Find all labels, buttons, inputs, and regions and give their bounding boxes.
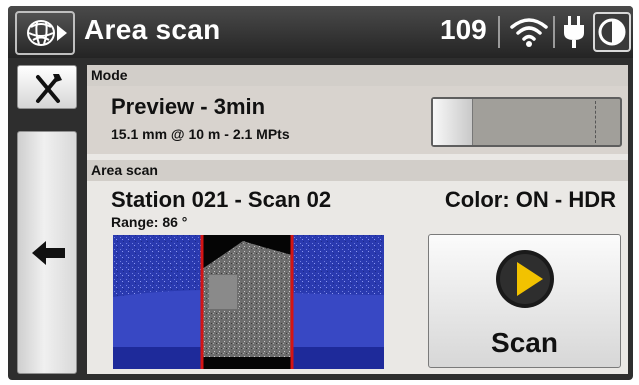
play-icon <box>493 247 557 316</box>
color-status: Color: ON - HDR <box>444 187 616 212</box>
back-button[interactable] <box>17 131 77 374</box>
back-arrow-icon <box>32 240 66 271</box>
mode-section-header: Mode <box>87 65 628 86</box>
app-logo-icon[interactable] <box>15 11 75 55</box>
scan-preview-image[interactable] <box>113 235 384 369</box>
tools-button[interactable] <box>17 65 77 109</box>
mode-slider[interactable] <box>431 97 622 147</box>
slider-thumb[interactable] <box>433 99 473 145</box>
mode-detail: 15.1 mm @ 10 m - 2.1 MPts <box>111 126 290 142</box>
page-title: Area scan <box>84 14 221 45</box>
mode-name: Preview - 3min <box>111 94 266 119</box>
title-divider <box>553 16 555 48</box>
scan-button[interactable]: Scan <box>428 234 621 368</box>
wifi-icon <box>508 16 550 53</box>
power-plug-icon <box>561 15 587 54</box>
tools-icon <box>32 72 64 109</box>
main-panel: Mode Preview - 3min 15.1 mm @ 10 m - 2.1… <box>87 65 628 374</box>
title-divider <box>498 16 500 48</box>
contrast-icon[interactable] <box>593 12 631 52</box>
title-bar: Area scan 109 <box>8 6 633 58</box>
mode-selector[interactable]: Preview - 3min 15.1 mm @ 10 m - 2.1 MPts <box>87 86 628 154</box>
battery-value: 109 <box>440 14 487 45</box>
device-screen: Area scan 109 Mode Preview - 3min 15.1 m… <box>8 6 633 380</box>
area-scan-section-header: Area scan <box>87 160 628 181</box>
station-label: Station 021 - Scan 02 <box>111 187 332 212</box>
slider-tick <box>595 101 596 143</box>
scan-button-label: Scan <box>491 327 558 358</box>
range-label: Range: 86 ° <box>111 214 188 230</box>
